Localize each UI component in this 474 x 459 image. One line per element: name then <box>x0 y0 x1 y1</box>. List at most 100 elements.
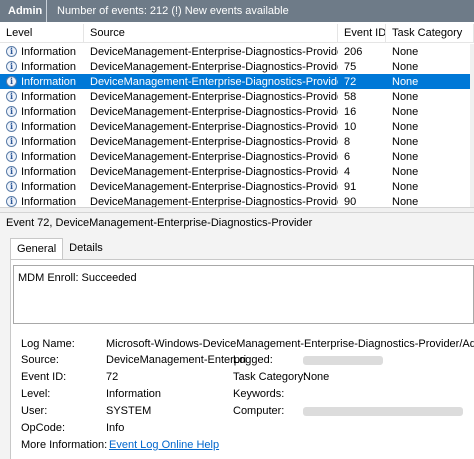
task-category-cell: None <box>392 45 419 58</box>
event-id-value: 72 <box>106 371 119 383</box>
task-category-cell: None <box>392 105 419 118</box>
log-header-bar: Admin Number of events: 212 (!) New even… <box>0 0 474 22</box>
info-icon: i <box>6 136 17 147</box>
column-header-source[interactable]: Source <box>84 24 338 43</box>
task-category-label: Task Category: <box>233 371 307 383</box>
event-id-cell: 90 <box>344 195 357 208</box>
info-icon: i <box>6 46 17 57</box>
info-icon: i <box>6 151 17 162</box>
level-text: Information <box>21 105 77 118</box>
events-status: Number of events: 212 (!) New events ava… <box>57 5 289 17</box>
event-detail-pane: Event 72, DeviceManagement-Enterprise-Di… <box>0 213 474 459</box>
source-cell: DeviceManagement-Enterprise-Diagnostics-… <box>90 90 338 103</box>
level-text: Information <box>21 180 77 193</box>
level-text: Information <box>21 165 77 178</box>
level-cell: i Information <box>0 121 84 133</box>
info-icon: i <box>6 106 17 117</box>
task-category-value: None <box>303 371 330 383</box>
source-cell: DeviceManagement-Enterprise-Diagnostics-… <box>90 165 338 178</box>
source-cell: DeviceManagement-Enterprise-Diagnostics-… <box>90 150 338 163</box>
level-cell: i Information <box>0 166 84 178</box>
level-cell: i Information <box>0 76 84 88</box>
info-icon: i <box>6 76 17 87</box>
event-log-online-help-link[interactable]: Event Log Online Help <box>109 439 219 451</box>
event-id-cell: 8 <box>344 135 351 148</box>
level-cell: i Information <box>0 46 84 58</box>
table-row[interactable]: i Information DeviceManagement-Enterprise-… <box>0 74 474 89</box>
level-text: Information <box>21 45 77 58</box>
source-cell: DeviceManagement-Enterprise-Diagnostics-… <box>90 75 338 88</box>
event-id-label: Event ID: <box>21 371 67 383</box>
tab-details[interactable]: Details <box>63 238 109 260</box>
column-header-event-id[interactable]: Event ID <box>338 24 386 43</box>
log-name-value: Microsoft-Windows-DeviceManagement-Enter… <box>106 338 474 350</box>
detail-tabs: General Details <box>10 238 109 260</box>
info-icon: i <box>6 181 17 192</box>
user-value: SYSTEM <box>106 405 152 417</box>
computer-label: Computer: <box>233 405 285 417</box>
user-label: User: <box>21 405 48 417</box>
task-category-cell: None <box>392 60 419 73</box>
vertical-scrollbar[interactable] <box>470 44 474 207</box>
level-text: Information <box>21 120 77 133</box>
level-text: Information <box>21 195 77 208</box>
info-icon: i <box>6 166 17 177</box>
table-row[interactable]: i Information DeviceManagement-Enterprise-… <box>0 194 474 207</box>
info-icon: i <box>6 91 17 102</box>
opcode-label: OpCode: <box>21 422 66 434</box>
level-cell: i Information <box>0 61 84 73</box>
source-label: Source: <box>21 354 59 366</box>
table-row[interactable]: i Information DeviceManagement-Enterprise-… <box>0 134 474 149</box>
event-message-box[interactable]: MDM Enroll: Succeeded <box>13 265 474 324</box>
computer-value-redacted <box>303 407 463 416</box>
table-row[interactable]: i Information DeviceManagement-Enterprise-… <box>0 149 474 164</box>
keywords-label: Keywords: <box>233 388 285 400</box>
level-text: Information <box>21 60 77 73</box>
level-text: Information <box>21 135 77 148</box>
table-row[interactable]: i Information DeviceManagement-Enterprise-… <box>0 59 474 74</box>
level-value: Information <box>106 388 162 400</box>
task-category-cell: None <box>392 135 419 148</box>
info-icon: i <box>6 121 17 132</box>
log-name: Admin <box>8 5 43 17</box>
source-cell: DeviceManagement-Enterprise-Diagnostics-… <box>90 195 338 208</box>
log-name-label: Log Name: <box>21 338 75 350</box>
task-category-cell: None <box>392 165 419 178</box>
more-info-label: More Information: <box>21 439 108 451</box>
opcode-value: Info <box>106 422 125 434</box>
source-value: DeviceManagement-Enterpri <box>106 354 247 366</box>
event-id-cell: 72 <box>344 75 357 88</box>
table-row[interactable]: i Information DeviceManagement-Enterprise-… <box>0 44 474 59</box>
level-text: Information <box>21 90 77 103</box>
level-cell: i Information <box>0 151 84 163</box>
event-message: MDM Enroll: Succeeded <box>18 272 137 284</box>
event-id-cell: 16 <box>344 105 357 118</box>
info-icon: i <box>6 196 17 207</box>
event-id-cell: 58 <box>344 90 357 103</box>
column-header-level[interactable]: Level <box>0 24 84 43</box>
logged-label: Logged: <box>233 354 273 366</box>
info-icon: i <box>6 61 17 72</box>
table-row[interactable]: i Information DeviceManagement-Enterprise-… <box>0 179 474 194</box>
level-cell: i Information <box>0 91 84 103</box>
source-cell: DeviceManagement-Enterprise-Diagnostics-… <box>90 45 338 58</box>
events-table[interactable]: Level Source Event ID Task Category i Inf… <box>0 24 474 207</box>
table-row[interactable]: i Information DeviceManagement-Enterprise-… <box>0 164 474 179</box>
logged-value-redacted <box>303 356 383 365</box>
column-header-task-category[interactable]: Task Category <box>386 24 474 43</box>
event-detail-title: Event 72, DeviceManagement-Enterprise-Di… <box>6 217 313 229</box>
table-row[interactable]: i Information DeviceManagement-Enterprise-… <box>0 104 474 119</box>
task-category-cell: None <box>392 195 419 208</box>
source-cell: DeviceManagement-Enterprise-Diagnostics-… <box>90 105 338 118</box>
table-row[interactable]: i Information DeviceManagement-Enterprise-… <box>0 89 474 104</box>
level-cell: i Information <box>0 195 84 208</box>
table-row[interactable]: i Information DeviceManagement-Enterprise-… <box>0 119 474 134</box>
level-label: Level: <box>21 388 51 400</box>
table-header: Level Source Event ID Task Category <box>0 24 474 43</box>
level-text: Information <box>21 75 77 88</box>
event-id-cell: 6 <box>344 150 351 163</box>
tab-general[interactable]: General <box>10 238 64 260</box>
event-id-cell: 4 <box>344 165 351 178</box>
task-category-cell: None <box>392 75 419 88</box>
event-id-cell: 206 <box>344 45 363 58</box>
